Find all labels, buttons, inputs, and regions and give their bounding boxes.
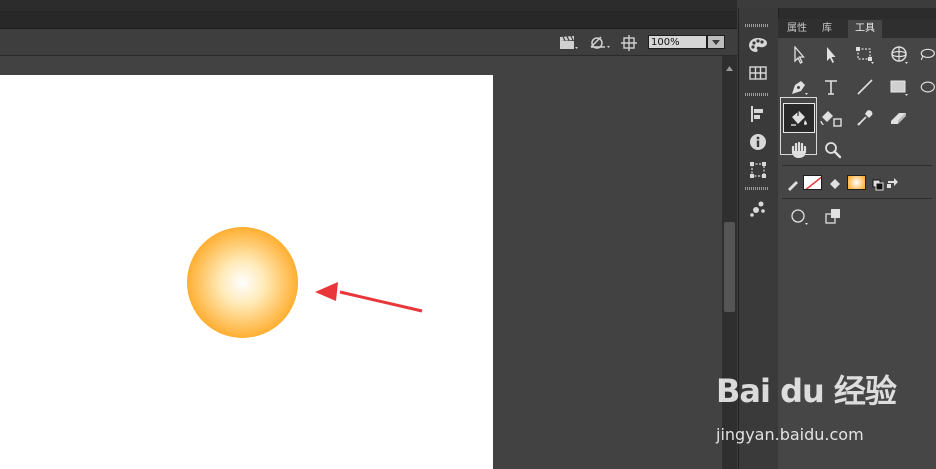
watermark-logo: Bai du 经验 [716,372,897,410]
swatches-grid-icon[interactable] [746,62,770,84]
fill-bucket-icon[interactable] [828,176,842,190]
clapperboard-icon[interactable] [558,35,580,51]
stroke-color-pencil-icon[interactable] [786,176,800,191]
swap-colors-icon[interactable] [886,175,900,189]
top-strip [0,0,737,11]
symbol-transform-icon[interactable] [588,33,612,51]
zoom-input[interactable]: 100% [648,35,707,49]
dock-grip[interactable] [745,187,769,190]
chevron-down-icon[interactable] [707,35,725,49]
snap-icon[interactable] [823,207,843,225]
tab-properties[interactable]: 属性 [782,20,812,38]
transform-icon[interactable] [746,159,770,181]
dock-grip[interactable] [745,93,769,96]
lasso-icon[interactable] [918,42,936,68]
eyedropper-icon[interactable] [852,105,878,131]
free-transform-icon[interactable] [852,42,878,68]
tab-library[interactable]: 库 [814,20,840,38]
align-icon[interactable] [746,103,770,125]
eraser-icon[interactable] [886,105,912,131]
subselection-arrow-icon[interactable] [818,42,844,68]
ink-bottle-icon[interactable] [818,105,844,131]
info-icon[interactable] [746,131,770,153]
color-palette-icon[interactable] [746,34,770,56]
components-icon[interactable] [746,198,770,220]
watermark-url: jingyan.baidu.com [716,425,864,444]
divider [782,198,932,199]
tab-tools[interactable]: 工具 [848,20,882,38]
document-tab-bar [0,11,737,29]
gradient-circle[interactable] [187,227,298,338]
selection-arrow-icon[interactable] [786,42,812,68]
object-drawing-icon[interactable] [790,208,810,226]
oval-tool-icon[interactable] [918,74,936,100]
default-colors-icon[interactable] [872,176,884,191]
3d-rotation-icon[interactable] [886,42,912,68]
text-tool-icon[interactable] [818,74,844,100]
stroke-color-swatch[interactable] [803,175,822,190]
annotation-arrow [315,282,423,313]
scroll-up-arrow-icon[interactable] [725,58,734,71]
divider [782,165,932,166]
line-tool-icon[interactable] [852,74,878,100]
rectangle-tool-icon[interactable] [886,74,912,100]
selected-group-outline [780,97,817,155]
fill-color-swatch[interactable] [847,175,866,190]
zoom-tool-icon[interactable] [820,137,846,163]
center-stage-icon[interactable] [620,34,638,52]
dock-grip[interactable] [745,24,769,27]
scrollbar-thumb[interactable] [724,222,735,312]
